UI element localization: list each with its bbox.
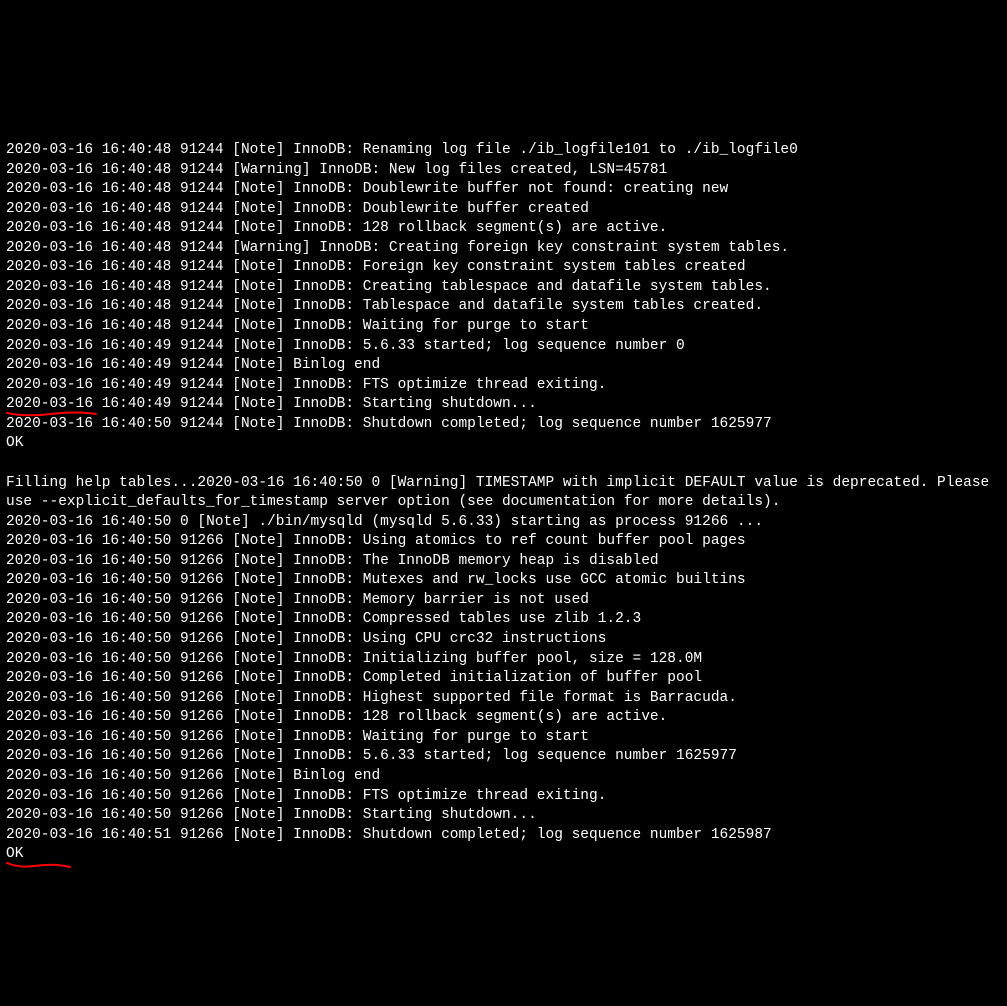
log-line: 2020-03-16 16:40:48 91244 [Note] InnoDB:… xyxy=(6,278,1001,298)
log-line: 2020-03-16 16:40:50 91266 [Note] InnoDB:… xyxy=(6,552,1001,572)
log-line: 2020-03-16 16:40:48 91244 [Note] InnoDB:… xyxy=(6,219,1001,239)
log-line: 2020-03-16 16:40:50 91266 [Note] InnoDB:… xyxy=(6,591,1001,611)
log-line: 2020-03-16 16:40:48 91244 [Warning] Inno… xyxy=(6,239,1001,259)
log-line xyxy=(6,454,1001,474)
log-line: 2020-03-16 16:40:48 91244 [Note] InnoDB:… xyxy=(6,258,1001,278)
log-line: 2020-03-16 16:40:48 91244 [Warning] Inno… xyxy=(6,161,1001,181)
log-line: 2020-03-16 16:40:51 91266 [Note] InnoDB:… xyxy=(6,826,1001,846)
log-line: 2020-03-16 16:40:50 91266 [Note] InnoDB:… xyxy=(6,610,1001,630)
log-line: 2020-03-16 16:40:48 91244 [Note] InnoDB:… xyxy=(6,141,1001,161)
log-line: 2020-03-16 16:40:50 91266 [Note] InnoDB:… xyxy=(6,650,1001,670)
log-line: OK xyxy=(6,845,1001,865)
log-line: 2020-03-16 16:40:50 91266 [Note] InnoDB:… xyxy=(6,787,1001,807)
log-line: 2020-03-16 16:40:48 91244 [Note] InnoDB:… xyxy=(6,200,1001,220)
log-line: 2020-03-16 16:40:50 91244 [Note] InnoDB:… xyxy=(6,415,1001,435)
log-line: 2020-03-16 16:40:49 91244 [Note] InnoDB:… xyxy=(6,376,1001,396)
log-line: 2020-03-16 16:40:49 91244 [Note] Binlog … xyxy=(6,356,1001,376)
log-line: 2020-03-16 16:40:50 91266 [Note] InnoDB:… xyxy=(6,630,1001,650)
log-line: 2020-03-16 16:40:50 91266 [Note] InnoDB:… xyxy=(6,689,1001,709)
log-line: 2020-03-16 16:40:48 91244 [Note] InnoDB:… xyxy=(6,180,1001,200)
log-line: 2020-03-16 16:40:50 91266 [Note] Binlog … xyxy=(6,767,1001,787)
log-line: 2020-03-16 16:40:49 91244 [Note] InnoDB:… xyxy=(6,395,1001,415)
terminal-output: 2020-03-16 16:40:48 91244 [Note] InnoDB:… xyxy=(6,82,1001,904)
log-line: 2020-03-16 16:40:50 91266 [Note] InnoDB:… xyxy=(6,728,1001,748)
log-line: 2020-03-16 16:40:50 91266 [Note] InnoDB:… xyxy=(6,669,1001,689)
log-line: 2020-03-16 16:40:50 91266 [Note] InnoDB:… xyxy=(6,747,1001,767)
log-line: 2020-03-16 16:40:50 91266 [Note] InnoDB:… xyxy=(6,806,1001,826)
log-line: 2020-03-16 16:40:50 91266 [Note] InnoDB:… xyxy=(6,532,1001,552)
log-line: 2020-03-16 16:40:50 91266 [Note] InnoDB:… xyxy=(6,708,1001,728)
log-line: 2020-03-16 16:40:50 0 [Note] ./bin/mysql… xyxy=(6,513,1001,533)
log-line: Filling help tables...2020-03-16 16:40:5… xyxy=(6,474,1001,513)
log-line: 2020-03-16 16:40:48 91244 [Note] InnoDB:… xyxy=(6,297,1001,317)
log-line: 2020-03-16 16:40:48 91244 [Note] InnoDB:… xyxy=(6,317,1001,337)
log-line: 2020-03-16 16:40:49 91244 [Note] InnoDB:… xyxy=(6,337,1001,357)
log-line: OK xyxy=(6,434,1001,454)
log-line: 2020-03-16 16:40:50 91266 [Note] InnoDB:… xyxy=(6,571,1001,591)
